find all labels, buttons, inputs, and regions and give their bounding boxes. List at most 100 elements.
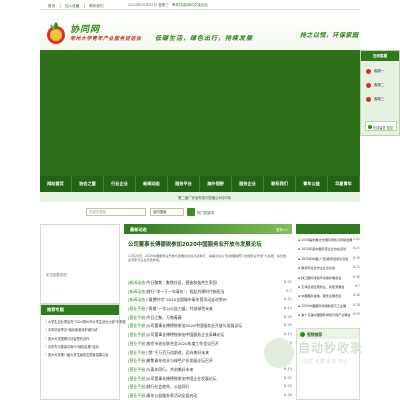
recommend-item[interactable]: 常州大学团委与协会签约合作 — [45, 336, 126, 344]
nav-item-contact[interactable]: 联系我们 — [264, 176, 296, 192]
news-row[interactable]: [营业手册]践行社会使命，公益同行 6-22 — [128, 384, 292, 393]
news-row[interactable]: [新闻动态]“展望时代”2020全国城市青年营活动走进常州 6-11 — [128, 297, 292, 306]
news-title-text[interactable]: 公司董事长傅德锐参加中国企业发展论坛 — [147, 376, 217, 381]
exhibition-title[interactable]: 中国国际金融、服务业展览会 — [298, 294, 341, 298]
news-row[interactable]: [营业手册]公司董事长傅德锐参加2020中国服务业开放与发展论坛 6-25 — [128, 323, 292, 332]
home-link[interactable]: 首页 — [48, 4, 55, 8]
news-category[interactable]: [营业手册] — [128, 341, 147, 346]
news-title-text[interactable]: “赞”千万百万倍前进，迈向美好未来 — [147, 350, 209, 355]
search-bar: 关键字搜索 站内搜索 热门关键词 — [40, 206, 360, 218]
exhibition-row[interactable]: 梅江国际绿色环境保护展览会 6-30 — [298, 275, 360, 284]
nav-item-home[interactable]: 网站首页 — [40, 176, 72, 192]
contact-link[interactable]: 联系我们 — [89, 4, 103, 8]
news-category[interactable]: [新闻动态] — [128, 297, 147, 302]
news-category[interactable]: [营业手册] — [128, 332, 147, 337]
load-error-text: 无法加载该项。 — [46, 273, 70, 277]
search-scope-select[interactable]: 站内搜索 — [150, 208, 184, 216]
exhibition-row[interactable]: 2020年度中国民营企业协会活动 6-21 — [298, 246, 360, 255]
exhibition-row[interactable]: 天津自贸区服务业、新能源展会 6-7 — [298, 284, 360, 293]
news-more-link[interactable]: 更多>> — [276, 227, 288, 232]
news-date: 6-12 — [284, 306, 292, 311]
nav-item-news[interactable]: 新闻动态 — [136, 176, 168, 192]
search-button[interactable] — [187, 208, 195, 216]
exhibition-title[interactable]: 天津自贸区服务业、新能源展会 — [298, 285, 344, 289]
news-title-text[interactable]: 青年公益服务季活动全面启动 — [147, 393, 198, 398]
news-section: 最新动态 更多>> 公司董事长傅德锐参加2020中国服务业开放与发展论坛 11月… — [124, 224, 292, 400]
news-title-text[interactable]: “再推”一次以公益力量，共创绿色未来 — [147, 306, 213, 311]
headline-link[interactable]: 公司董事长傅德锐参加2020中国服务业开放与发展论坛 — [128, 240, 262, 248]
favorite-link[interactable]: 加入收藏 — [65, 4, 79, 8]
news-category[interactable]: [营业手册] — [128, 306, 147, 311]
exhibition-row[interactable]: 服务年度合作企业洽谈会 6-21 — [298, 265, 360, 274]
exhibition-title[interactable]: 2020年中国(广西)服务贸易交流会 — [298, 257, 349, 261]
nav-item-industry[interactable]: 行业企业 — [104, 176, 136, 192]
news-title-text[interactable]: 践行社会使命，公益同行 — [147, 384, 190, 389]
news-row[interactable]: [新闻动态]今日聚焦｜聚焦社区，营造和谐共生家园 6-21 — [128, 280, 292, 289]
news-title-text[interactable]: 今日之聚，万物青春 — [147, 315, 182, 320]
exhibition-date: 6-28 — [352, 302, 360, 307]
news-title-text[interactable]: 践行“学一下一年青年”，担起共建时代新担当 — [147, 289, 225, 294]
customer-service-panel: 在线客服 客服一 客服二 客服三 在线留言·回复 — [360, 50, 400, 136]
news-category[interactable]: [营业手册] — [128, 376, 147, 381]
news-title-text[interactable]: 公司董事长傅德锐参加2020中国服务业开放与发展论坛 — [147, 323, 243, 328]
qq-icon — [366, 69, 371, 74]
banner-area — [40, 50, 360, 176]
news-title-text[interactable]: 南京市创业联合会2020年度工作会议召开 — [147, 341, 219, 346]
search-input[interactable]: 关键字搜索 — [86, 208, 146, 216]
nav-item-service[interactable]: 服务平台 — [168, 176, 200, 192]
news-category[interactable]: [新闻动态] — [128, 280, 147, 285]
left-panel — [40, 224, 120, 304]
news-category[interactable]: [营业手册] — [128, 323, 147, 328]
news-category[interactable]: [营业手册] — [128, 315, 147, 320]
exhibition-date: 6-21 — [352, 246, 360, 251]
nav-item-enterprise[interactable]: 服务企业 — [232, 176, 264, 192]
news-category[interactable]: [营业手册] — [128, 367, 147, 372]
exhibition-title[interactable]: 梅江国际绿色环境保护展览会 — [298, 276, 341, 280]
recommend-item[interactable]: 青年协会举办"南京秦淮河护绿行动" — [45, 327, 126, 335]
news-row[interactable]: [营业手册]公司董事长傅德锐参加中国企业发展论坛 6-21 — [128, 376, 292, 385]
recommend-item[interactable]: 大学生创业项目在"2024常州市大学生创业大赛"中获奖 — [45, 319, 126, 327]
news-row[interactable]: [营业手册]青年公益服务季活动全面启动 6-16 — [128, 393, 292, 400]
notice-bar: 第二届广安省有奖问答截止8月中旬 — [40, 192, 360, 202]
news-category[interactable]: [营业手册] — [128, 358, 147, 363]
exhibition-title[interactable]: 第十五届中国国际绿色环保产业展会 — [298, 313, 351, 317]
qq-contact-1[interactable]: 客服一 — [366, 67, 396, 76]
qq-icon — [366, 83, 371, 88]
separator: | — [59, 4, 61, 8]
news-title-text[interactable]: “展望时代”2020全国城市青年营活动走进常州 — [147, 297, 227, 302]
news-title-text[interactable]: 今日聚焦｜聚焦社区，营造和谐共生家园 — [147, 280, 217, 285]
news-category[interactable]: [营业手册] — [128, 393, 147, 398]
site-logo-icon[interactable] — [46, 20, 66, 46]
bbs-link[interactable]: 青年协会BBS交流论坛 — [172, 3, 208, 8]
main-nav: 网站首页 协会之窗 行业企业 新闻动态 服务平台 海外视野 服务企业 联系我们 … — [40, 176, 360, 192]
nav-item-overseas[interactable]: 海外视野 — [200, 176, 232, 192]
news-title-text[interactable]: 公司董事长傅德锐参加中国服务企业高峰论坛 — [147, 332, 225, 337]
qq-contact-2[interactable]: 客服二 — [366, 81, 396, 90]
exhibition-row[interactable]: 2016届中国北方国际绿色可持续发展2-21 — [298, 237, 360, 246]
exhibition-title[interactable]: 2020年度中国民营企业协会活动 — [298, 247, 346, 251]
exhibition-row[interactable]: 2020年中国(广西)服务贸易交流会6-30 — [298, 256, 360, 265]
exhibition-row[interactable]: 2020中国国际智能制造与工业展 6-28 — [298, 303, 360, 312]
nav-item-charity[interactable]: 青年公益 — [296, 176, 328, 192]
news-category[interactable]: [新闻动态] — [128, 289, 147, 294]
exhibition-title[interactable]: 2016届中国北方国际绿色可持续发展 — [298, 238, 352, 242]
exhibition-title[interactable]: 2020中国国际智能制造与工业展 — [298, 304, 346, 308]
news-category[interactable]: [营业手册] — [128, 384, 147, 389]
exhibition-row[interactable]: 第十五届中国国际绿色环保产业展会6-25 — [298, 312, 360, 321]
nav-item-association[interactable]: 协会之窗 — [72, 176, 104, 192]
news-category[interactable]: [营业手册] — [128, 350, 147, 355]
recommend-item[interactable]: 青年先行者探访常州"绿色走廊"活动 — [45, 344, 126, 352]
qq-contact-3[interactable]: 客服三 — [366, 95, 396, 104]
recommend-item[interactable]: 常州大学第八届大学生绿色志愿者招募公告 — [45, 352, 126, 360]
news-row[interactable]: [新闻动态]践行“学一下一年青年”，担起共建时代新担当 6-7 — [128, 289, 292, 298]
news-title-text[interactable]: 聚焦青年创业与绿色产业发展论坛召开 — [147, 358, 213, 363]
news-row[interactable]: [营业手册]今日之聚，万物青春 6-29 — [128, 315, 292, 324]
nav-item-youth[interactable]: 华夏青年 — [328, 176, 360, 192]
exhibition-row[interactable]: 中国国际金融、服务业展览会 6-30 — [298, 293, 360, 302]
news-row[interactable]: [营业手册]“再推”一次以公益力量，共创绿色未来 6-12 — [128, 306, 292, 315]
exhibition-title[interactable]: 服务年度合作企业洽谈会 — [298, 266, 335, 270]
exhibition-date: 6-7 — [354, 283, 360, 288]
news-title-text[interactable]: 与青年同行，共创美好未来 — [147, 367, 194, 372]
message-button[interactable]: 在线留言·回复 — [365, 121, 397, 131]
notice-text[interactable]: 第二届广安省有奖问答截止8月中旬 — [178, 195, 231, 200]
